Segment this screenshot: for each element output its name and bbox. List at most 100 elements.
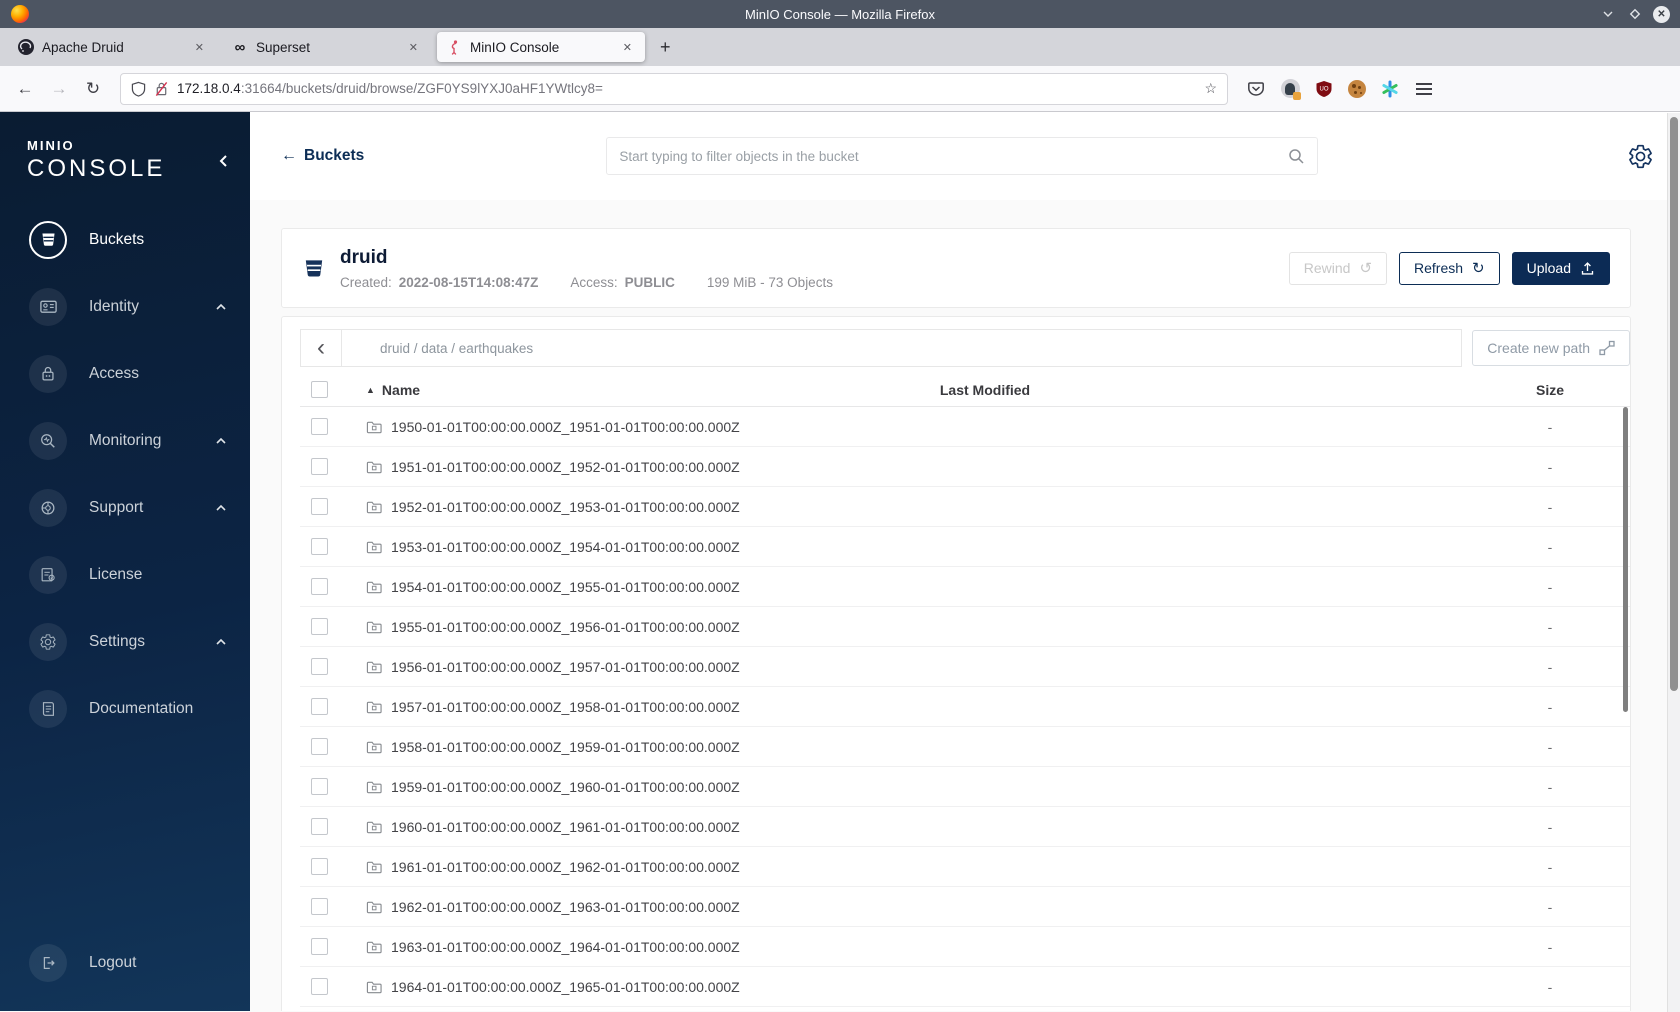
- column-header-last-modified[interactable]: Last Modified: [885, 382, 1085, 398]
- window-close-icon[interactable]: ✕: [1653, 5, 1670, 23]
- row-checkbox[interactable]: [311, 978, 328, 995]
- sidebar-item-logout[interactable]: Logout: [0, 929, 250, 996]
- breadcrumb[interactable]: druid / data / earthquakes: [342, 329, 1462, 367]
- row-checkbox[interactable]: [311, 418, 328, 435]
- row-checkbox[interactable]: [311, 458, 328, 475]
- tab-close-icon[interactable]: ✕: [191, 39, 208, 56]
- settings-gear-icon[interactable]: [1627, 143, 1654, 170]
- tab-superset[interactable]: ∞ Superset ✕: [223, 32, 431, 62]
- tab-apache-druid[interactable]: Apache Druid ✕: [9, 32, 217, 62]
- cookie-icon[interactable]: [1348, 79, 1366, 98]
- menu-hamburger-icon[interactable]: [1414, 79, 1434, 99]
- object-name[interactable]: 1957-01-01T00:00:00.000Z_1958-01-01T00:0…: [391, 699, 740, 715]
- object-name[interactable]: 1958-01-01T00:00:00.000Z_1959-01-01T00:0…: [391, 739, 740, 755]
- table-row[interactable]: 1953-01-01T00:00:00.000Z_1954-01-01T00:0…: [300, 527, 1630, 567]
- window-minimize-icon[interactable]: [1599, 6, 1616, 23]
- chevron-up-icon[interactable]: [214, 635, 228, 649]
- object-name[interactable]: 1959-01-01T00:00:00.000Z_1960-01-01T00:0…: [391, 779, 740, 795]
- column-header-size[interactable]: Size: [1470, 382, 1630, 398]
- bookmark-star-icon[interactable]: ☆: [1204, 80, 1217, 97]
- object-name[interactable]: 1951-01-01T00:00:00.000Z_1952-01-01T00:0…: [391, 459, 740, 475]
- table-row[interactable]: 1961-01-01T00:00:00.000Z_1962-01-01T00:0…: [300, 847, 1630, 887]
- row-checkbox[interactable]: [311, 778, 328, 795]
- sort-ascending-icon[interactable]: ▲: [366, 385, 375, 395]
- back-to-buckets-link[interactable]: ← Buckets: [281, 147, 364, 165]
- window-maximize-icon[interactable]: [1626, 6, 1643, 23]
- row-checkbox[interactable]: [311, 898, 328, 915]
- object-name[interactable]: 1953-01-01T00:00:00.000Z_1954-01-01T00:0…: [391, 539, 740, 555]
- search-input[interactable]: [619, 148, 1289, 164]
- object-name[interactable]: 1961-01-01T00:00:00.000Z_1962-01-01T00:0…: [391, 859, 740, 875]
- chevron-up-icon[interactable]: [214, 300, 228, 314]
- row-checkbox[interactable]: [311, 498, 328, 515]
- sidebar-item-buckets[interactable]: Buckets: [0, 206, 250, 273]
- sidebar-item-documentation[interactable]: Documentation: [0, 675, 250, 742]
- url-text[interactable]: 172.18.0.4:31664/buckets/druid/browse/ZG…: [177, 81, 603, 96]
- create-new-path-button[interactable]: Create new path: [1472, 330, 1630, 366]
- sidebar-item-license[interactable]: License: [0, 541, 250, 608]
- table-row[interactable]: 1955-01-01T00:00:00.000Z_1956-01-01T00:0…: [300, 607, 1630, 647]
- refresh-button[interactable]: Refresh ↻: [1399, 251, 1500, 285]
- ublock-origin-icon[interactable]: UO: [1314, 79, 1334, 99]
- tab-minio-console[interactable]: MinIO Console ✕: [437, 32, 645, 62]
- table-row[interactable]: 1959-01-01T00:00:00.000Z_1960-01-01T00:0…: [300, 767, 1630, 807]
- pocket-icon[interactable]: [1246, 79, 1266, 99]
- page-scrollbar-thumb[interactable]: [1670, 117, 1678, 691]
- row-checkbox[interactable]: [311, 858, 328, 875]
- table-row[interactable]: 1960-01-01T00:00:00.000Z_1961-01-01T00:0…: [300, 807, 1630, 847]
- row-checkbox[interactable]: [311, 738, 328, 755]
- table-row[interactable]: 1950-01-01T00:00:00.000Z_1951-01-01T00:0…: [300, 407, 1630, 447]
- filter-search-box[interactable]: [606, 137, 1319, 175]
- object-name[interactable]: 1954-01-01T00:00:00.000Z_1955-01-01T00:0…: [391, 579, 740, 595]
- table-row[interactable]: 1956-01-01T00:00:00.000Z_1957-01-01T00:0…: [300, 647, 1630, 687]
- row-checkbox[interactable]: [311, 698, 328, 715]
- new-tab-button[interactable]: +: [648, 35, 683, 60]
- sidebar-item-access[interactable]: Access: [0, 340, 250, 407]
- object-name[interactable]: 1956-01-01T00:00:00.000Z_1957-01-01T00:0…: [391, 659, 740, 675]
- upload-button[interactable]: Upload: [1511, 251, 1610, 285]
- object-name[interactable]: 1964-01-01T00:00:00.000Z_1965-01-01T00:0…: [391, 979, 740, 995]
- back-button[interactable]: ←: [10, 74, 40, 104]
- row-checkbox[interactable]: [311, 818, 328, 835]
- object-name[interactable]: 1955-01-01T00:00:00.000Z_1956-01-01T00:0…: [391, 619, 740, 635]
- chevron-up-icon[interactable]: [214, 434, 228, 448]
- table-scrollbar-thumb[interactable]: [1623, 407, 1628, 712]
- table-row[interactable]: 1957-01-01T00:00:00.000Z_1958-01-01T00:0…: [300, 687, 1630, 727]
- row-checkbox[interactable]: [311, 538, 328, 555]
- sidebar-item-support[interactable]: Support: [0, 474, 250, 541]
- row-checkbox[interactable]: [311, 938, 328, 955]
- column-header-name[interactable]: Name: [382, 382, 420, 398]
- shield-icon[interactable]: [131, 81, 146, 97]
- profile-avatar-icon[interactable]: [1280, 79, 1301, 100]
- reload-button[interactable]: ↻: [78, 74, 108, 104]
- object-name[interactable]: 1952-01-01T00:00:00.000Z_1953-01-01T00:0…: [391, 499, 740, 515]
- extension-asterisk-icon[interactable]: [1380, 79, 1400, 99]
- sidebar-collapse-icon[interactable]: [216, 152, 232, 170]
- select-all-checkbox[interactable]: [311, 381, 328, 398]
- path-back-button[interactable]: ‹: [300, 329, 342, 367]
- sidebar-item-monitoring[interactable]: Monitoring: [0, 407, 250, 474]
- table-row[interactable]: 1951-01-01T00:00:00.000Z_1952-01-01T00:0…: [300, 447, 1630, 487]
- tab-close-icon[interactable]: ✕: [405, 39, 422, 56]
- object-name[interactable]: 1963-01-01T00:00:00.000Z_1964-01-01T00:0…: [391, 939, 740, 955]
- table-row[interactable]: 1954-01-01T00:00:00.000Z_1955-01-01T00:0…: [300, 567, 1630, 607]
- chevron-up-icon[interactable]: [214, 501, 228, 515]
- table-row[interactable]: 1964-01-01T00:00:00.000Z_1965-01-01T00:0…: [300, 967, 1630, 1007]
- sidebar-item-settings[interactable]: Settings: [0, 608, 250, 675]
- sidebar-item-identity[interactable]: Identity: [0, 273, 250, 340]
- row-checkbox[interactable]: [311, 578, 328, 595]
- object-name[interactable]: 1962-01-01T00:00:00.000Z_1963-01-01T00:0…: [391, 899, 740, 915]
- row-checkbox[interactable]: [311, 618, 328, 635]
- page-scrollbar[interactable]: [1667, 113, 1680, 1012]
- object-name[interactable]: 1950-01-01T00:00:00.000Z_1951-01-01T00:0…: [391, 419, 740, 435]
- table-row[interactable]: 1963-01-01T00:00:00.000Z_1964-01-01T00:0…: [300, 927, 1630, 967]
- tab-close-icon[interactable]: ✕: [619, 39, 636, 56]
- row-checkbox[interactable]: [311, 658, 328, 675]
- object-name[interactable]: 1960-01-01T00:00:00.000Z_1961-01-01T00:0…: [391, 819, 740, 835]
- insecure-lock-icon[interactable]: [154, 81, 169, 97]
- url-bar[interactable]: 172.18.0.4:31664/buckets/druid/browse/ZG…: [120, 72, 1228, 105]
- table-row[interactable]: 1952-01-01T00:00:00.000Z_1953-01-01T00:0…: [300, 487, 1630, 527]
- folder-icon: [366, 939, 382, 955]
- table-row[interactable]: 1958-01-01T00:00:00.000Z_1959-01-01T00:0…: [300, 727, 1630, 767]
- table-row[interactable]: 1962-01-01T00:00:00.000Z_1963-01-01T00:0…: [300, 887, 1630, 927]
